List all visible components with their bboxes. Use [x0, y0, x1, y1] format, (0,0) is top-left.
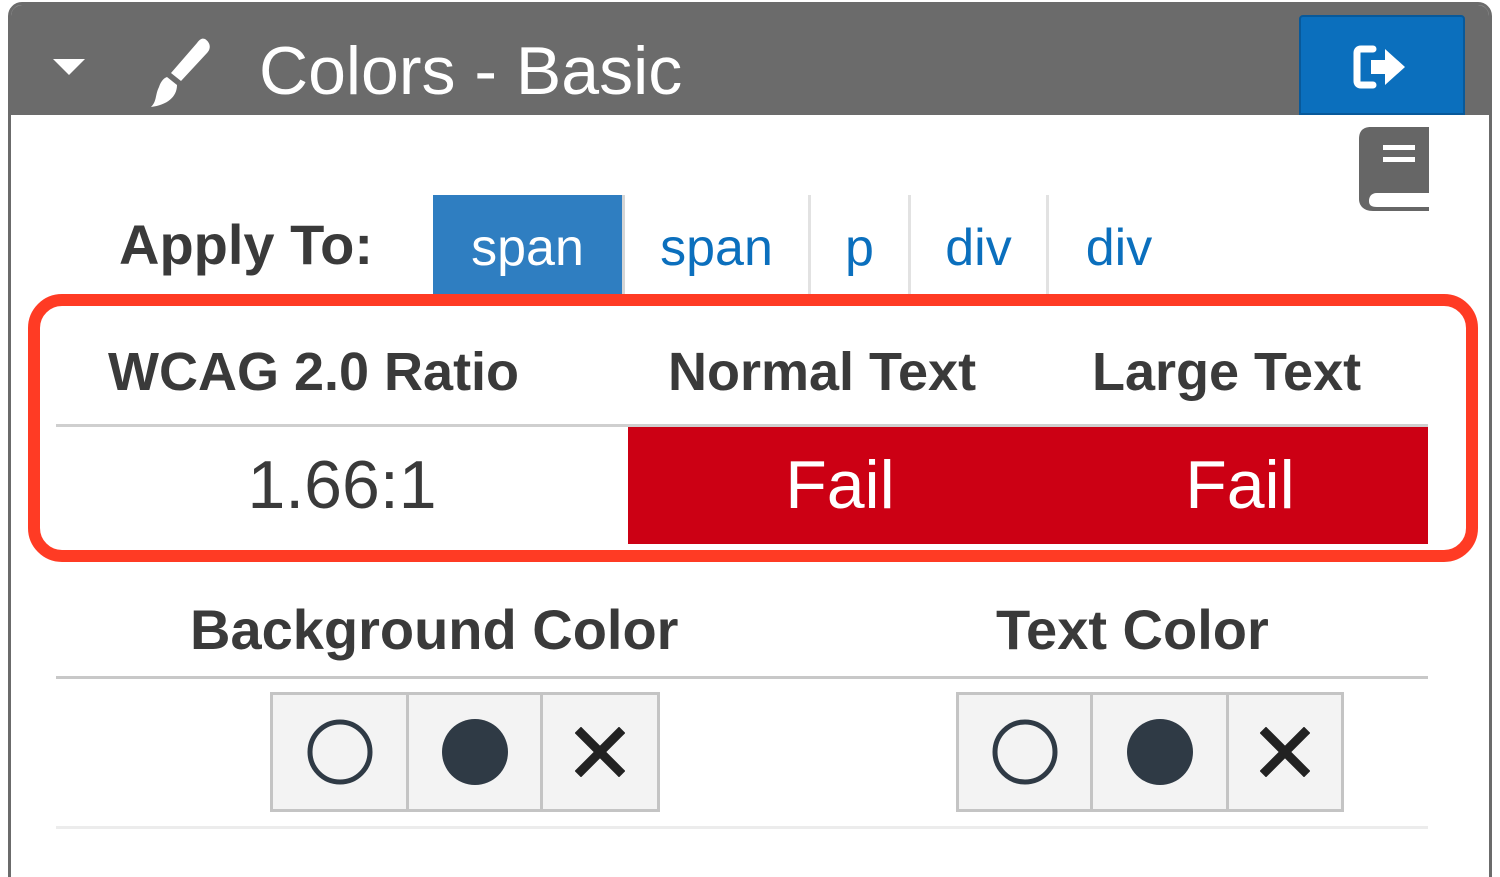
- normal-text-result: Fail: [785, 447, 895, 523]
- exit-button[interactable]: [1299, 15, 1465, 115]
- empty-circle-icon: [992, 719, 1057, 785]
- apply-tab-span-2[interactable]: span: [625, 195, 811, 297]
- text-color-buttons: [956, 692, 1344, 812]
- apply-tab-div-1[interactable]: div: [911, 195, 1049, 297]
- background-color-transparent-button[interactable]: [273, 695, 409, 809]
- color-section-divider: [56, 676, 1428, 679]
- apply-tab-div-2[interactable]: div: [1049, 195, 1189, 297]
- text-color-transparent-button[interactable]: [959, 695, 1093, 809]
- caret-down-icon[interactable]: [51, 51, 87, 81]
- paintbrush-icon: [151, 38, 210, 107]
- normal-text-column-header: Normal Text: [668, 342, 977, 402]
- contrast-ratio-value: 1.66:1: [247, 447, 437, 523]
- book-icon[interactable]: [1353, 123, 1433, 213]
- clear-x-icon: [1260, 727, 1310, 777]
- large-text-column-header: Large Text: [1092, 342, 1362, 402]
- text-color-clear-button[interactable]: [1229, 695, 1341, 809]
- apply-to-label: Apply To:: [119, 213, 374, 276]
- background-color-clear-button[interactable]: [543, 695, 657, 809]
- filled-circle-icon: [441, 719, 508, 785]
- large-text-result: Fail: [1185, 447, 1295, 523]
- filled-circle-icon: [1126, 719, 1193, 785]
- empty-circle-icon: [307, 719, 372, 785]
- contrast-ratio-table: WCAG 2.0 Ratio Normal Text Large Text 1.…: [56, 322, 1428, 546]
- background-color-label: Background Color: [190, 598, 679, 661]
- text-color-picker-button[interactable]: [1093, 695, 1229, 809]
- sign-out-icon: [1353, 45, 1405, 89]
- text-color-label: Text Color: [996, 598, 1269, 661]
- panel-title: Colors - Basic: [259, 33, 683, 109]
- bottom-divider: [56, 826, 1428, 829]
- apply-tab-p[interactable]: p: [811, 195, 911, 297]
- clear-x-icon: [575, 727, 625, 777]
- ratio-column-header: WCAG 2.0 Ratio: [108, 342, 520, 402]
- apply-tab-span-1[interactable]: span: [433, 195, 625, 297]
- apply-to-tabs: span span p div div: [433, 195, 1189, 297]
- result-band: Fail Fail: [628, 427, 1428, 544]
- background-color-buttons: [270, 692, 660, 812]
- panel-header[interactable]: Colors - Basic: [11, 5, 1489, 115]
- background-color-picker-button[interactable]: [409, 695, 543, 809]
